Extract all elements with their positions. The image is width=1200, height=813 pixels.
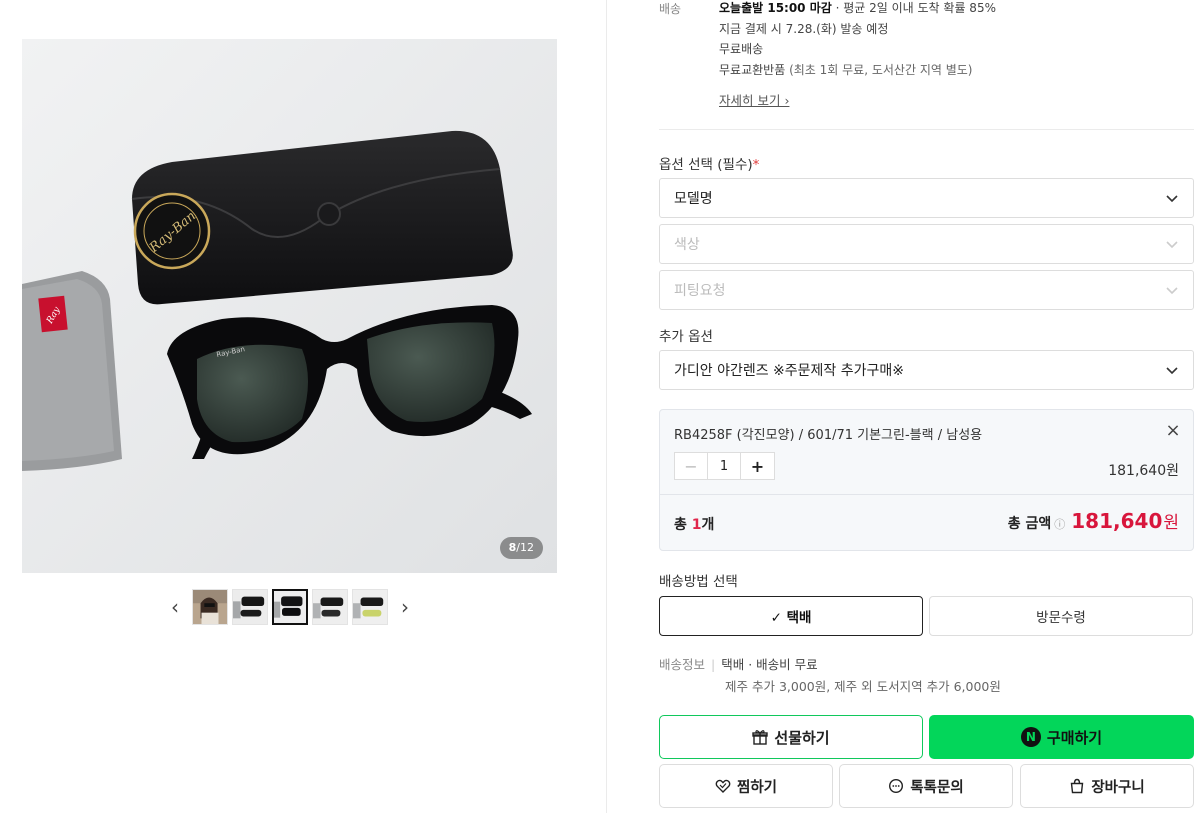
selected-item-name: RB4258F (각진모양) / 601/71 기본그린-블랙 / 남성용: [674, 428, 983, 443]
shipping-line-1: 오늘출발 15:00 마감 · 평균 2일 이내 도착 확률 85%: [719, 1, 996, 15]
purchase-panel: 배송 오늘출발 15:00 마감 · 평균 2일 이내 도착 확률 85% 지금…: [659, 0, 1194, 808]
shopping-bag-icon: [1071, 778, 1084, 794]
wishlist-button[interactable]: 찜하기: [659, 764, 833, 808]
chevron-down-icon: [1166, 367, 1178, 375]
extra-option-select[interactable]: 가디안 야간렌즈 ※주문제작 추가구매※: [659, 350, 1194, 390]
main-product-image[interactable]: Ray Ray-Ban Ray-Ban 8/12: [22, 39, 557, 573]
quantity-input[interactable]: 1: [708, 453, 741, 479]
delivery-method-title: 배송방법 선택: [659, 574, 738, 590]
thumbnail-strip: ‹ ›: [160, 588, 420, 626]
shipping-lines: 오늘출발 15:00 마감 · 평균 2일 이내 도착 확률 85% 지금 결제…: [719, 0, 996, 82]
option-section-title: 옵션 선택 (필수)*: [659, 157, 760, 173]
prev-thumbnail-arrow[interactable]: ‹: [160, 589, 190, 625]
talk-inquiry-button[interactable]: 톡톡문의: [839, 764, 1013, 808]
total-amount: 181,640: [1071, 509, 1163, 533]
shipping-line-4: 무료교환반품 (최초 1회 무료, 도서산간 지역 별도): [719, 62, 973, 77]
thumbnail[interactable]: [312, 589, 348, 625]
selected-item-box: RB4258F (각진모양) / 601/71 기본그린-블랙 / 남성용 × …: [659, 409, 1194, 551]
gift-button[interactable]: 선물하기: [659, 715, 923, 759]
shipping-line-2: 지금 결제 시 7.28.(화) 발송 예정: [719, 21, 889, 36]
selected-item-price: 181,640원: [1108, 463, 1179, 479]
quantity-decrease-button[interactable]: −: [675, 453, 708, 479]
sunglasses-photo: Ray Ray-Ban Ray-Ban: [22, 39, 557, 573]
quantity-stepper: − 1 +: [674, 452, 775, 480]
quantity-increase-button[interactable]: +: [741, 453, 774, 479]
image-counter: 8/12: [499, 537, 543, 559]
color-select[interactable]: 색상: [659, 224, 1194, 264]
shipping-detail-link[interactable]: 자세히 보기 ›: [719, 90, 789, 109]
shipping-label: 배송: [659, 2, 682, 16]
heart-icon: [715, 779, 731, 793]
model-select[interactable]: 모델명: [659, 178, 1194, 218]
info-icon[interactable]: ⓘ: [1054, 516, 1065, 532]
thumbnail[interactable]: [232, 589, 268, 625]
remove-item-icon[interactable]: ×: [1163, 422, 1183, 442]
fitting-select[interactable]: 피팅요청: [659, 270, 1194, 310]
delivery-option-parcel[interactable]: ✓ 택배: [659, 596, 923, 636]
shipping-line-3: 무료배송: [719, 42, 764, 56]
extra-option-title: 추가 옵션: [659, 329, 713, 345]
chat-bubble-icon: [889, 778, 904, 794]
product-gallery: Ray Ray-Ban Ray-Ban 8/12 ‹ ›: [0, 0, 607, 813]
thumbnail[interactable]: [192, 589, 228, 625]
chevron-down-icon: [1166, 287, 1178, 295]
total-count: 총 1개: [674, 517, 715, 533]
thumbnail-active[interactable]: [272, 589, 308, 625]
chevron-down-icon: [1166, 241, 1178, 249]
total-amount-label: 총 금액: [1007, 516, 1052, 532]
total-currency: 원: [1163, 513, 1179, 533]
thumbnail[interactable]: [352, 589, 388, 625]
shipping-summary: 배송 오늘출발 15:00 마감 · 평균 2일 이내 도착 확률 85% 지금…: [659, 0, 1194, 130]
delivery-option-pickup[interactable]: 방문수령: [929, 596, 1193, 636]
delivery-extra-fee: 제주 추가 3,000원, 제주 외 도서지역 추가 6,000원: [725, 679, 1001, 694]
item-divider: [660, 494, 1193, 495]
gift-icon: [752, 730, 769, 745]
delivery-info: 배송정보 | 택배 · 배송비 무료: [659, 657, 818, 672]
buy-button[interactable]: N 구매하기: [929, 715, 1194, 759]
total-amount-block: 총 금액 ⓘ 181,640 원: [1008, 508, 1179, 533]
chevron-down-icon: [1166, 195, 1178, 203]
cart-button[interactable]: 장바구니: [1020, 764, 1194, 808]
next-thumbnail-arrow[interactable]: ›: [390, 589, 420, 625]
naver-pay-icon: N: [1020, 727, 1041, 747]
